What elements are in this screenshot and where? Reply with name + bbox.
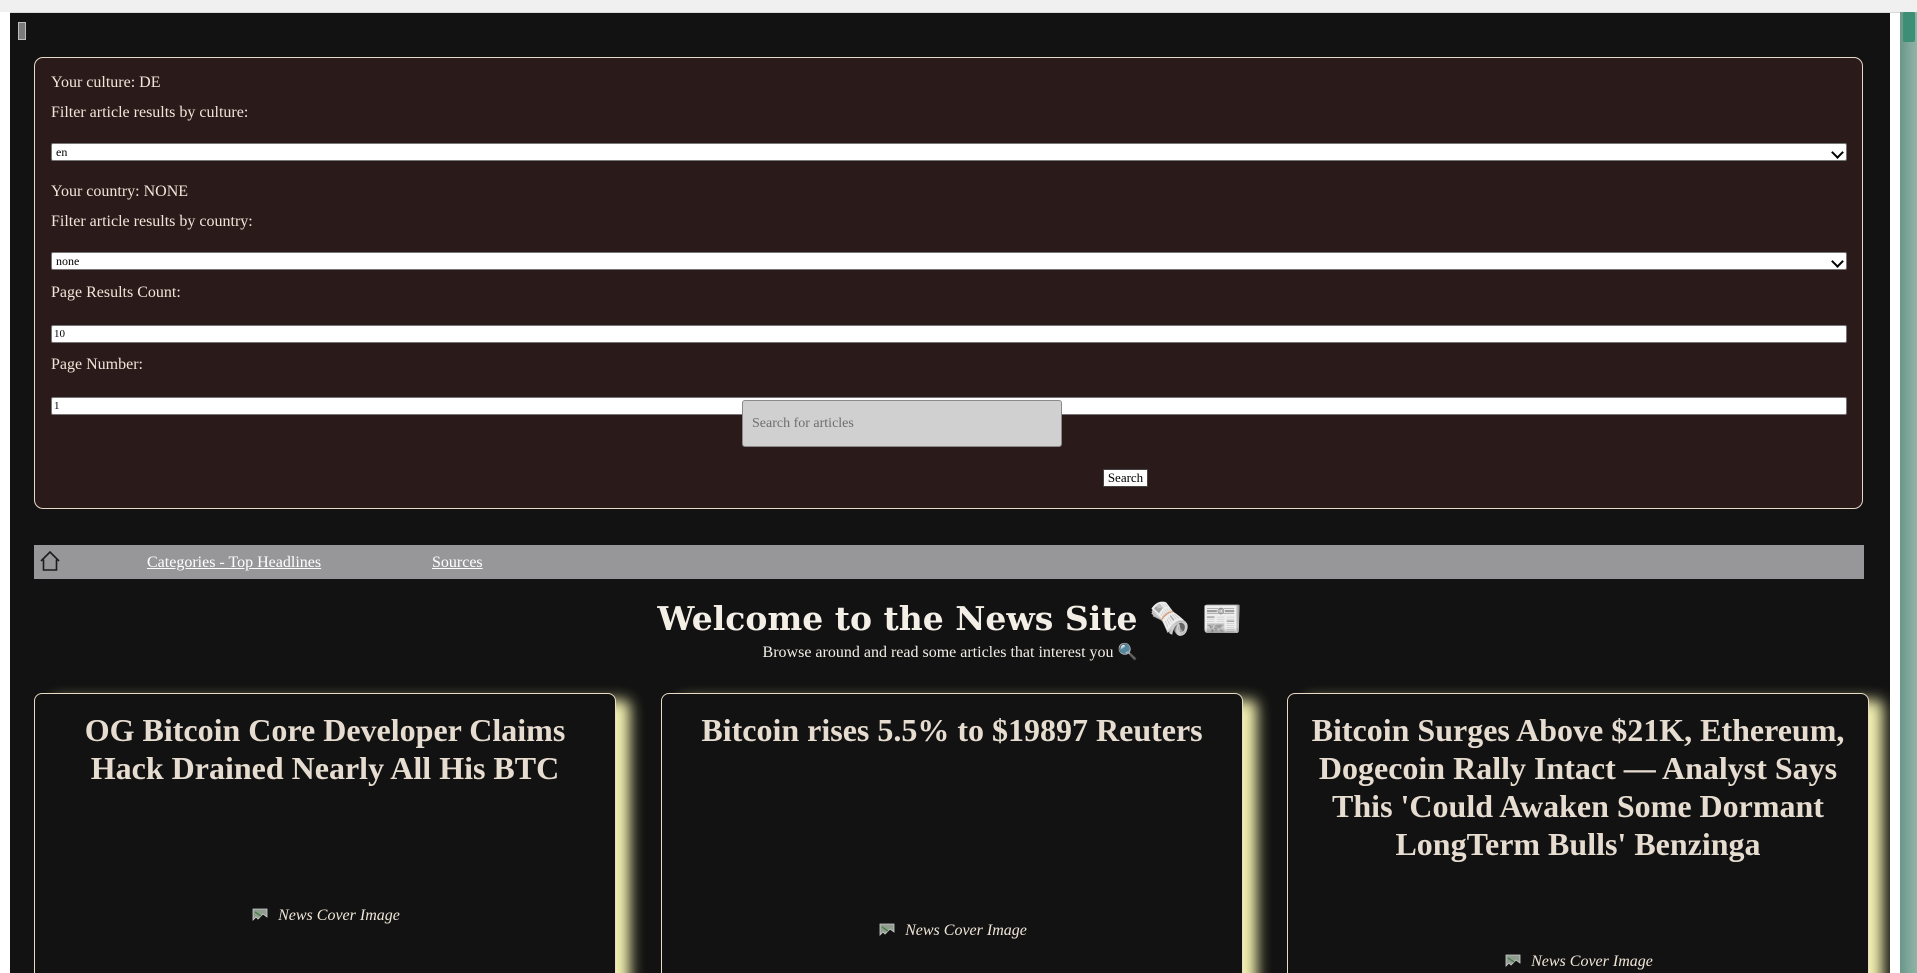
home-icon[interactable]: [39, 550, 61, 572]
chevron-down-icon: [1831, 146, 1844, 159]
page-number-label: Page Number:: [51, 356, 143, 373]
page-subtitle: Browse around and read some articles tha…: [762, 644, 1138, 661]
nav-bar: Categories - Top Headlines Sources: [34, 545, 1864, 579]
culture-select-value: en: [56, 145, 68, 159]
news-cover-image: News Cover Image: [35, 907, 617, 925]
image-alt-text: News Cover Image: [278, 907, 400, 924]
article-card[interactable]: OG Bitcoin Core Developer Claims Hack Dr…: [34, 693, 616, 973]
country-select[interactable]: none: [51, 252, 1847, 270]
country-select-value: none: [56, 254, 80, 268]
image-alt-text: News Cover Image: [1531, 953, 1653, 970]
nav-link-sources[interactable]: Sources: [432, 554, 483, 572]
news-cover-image: News Cover Image: [662, 922, 1244, 940]
broken-image-icon: [1505, 954, 1521, 967]
article-card[interactable]: Bitcoin rises 5.5% to $19897 Reuters New…: [661, 693, 1243, 973]
page-title: Welcome to the News Site 🗞️ 📰: [657, 599, 1243, 638]
window-left-edge: [0, 12, 10, 973]
page-count-label: Page Results Count:: [51, 284, 181, 301]
broken-image-icon: [879, 923, 895, 936]
article-title[interactable]: Bitcoin Surges Above $21K, Ethereum, Dog…: [1298, 711, 1858, 863]
country-label: Your country: NONE: [51, 183, 189, 200]
broken-image-icon: [252, 908, 268, 921]
nav-link-categories[interactable]: Categories - Top Headlines: [147, 554, 321, 572]
scrollbar-thumb[interactable]: [1903, 12, 1915, 42]
page-viewport: Your culture: DE Filter article results …: [10, 13, 1890, 973]
article-title[interactable]: OG Bitcoin Core Developer Claims Hack Dr…: [45, 711, 605, 787]
news-cover-image: News Cover Image: [1288, 953, 1870, 971]
image-alt-text: News Cover Image: [905, 922, 1027, 939]
scrollbar[interactable]: [1900, 12, 1917, 973]
culture-label: Your culture: DE: [51, 74, 161, 91]
article-card[interactable]: Bitcoin Surges Above $21K, Ethereum, Dog…: [1287, 693, 1869, 973]
search-input[interactable]: Search for articles: [742, 400, 1062, 447]
search-button[interactable]: Search: [1103, 469, 1148, 487]
scrollbar-track[interactable]: [1900, 12, 1917, 973]
culture-filter-label: Filter article results by culture:: [51, 104, 249, 121]
page-count-input[interactable]: 10: [51, 325, 1847, 343]
sidebar-toggle-icon[interactable]: [18, 22, 26, 40]
country-filter-label: Filter article results by country:: [51, 213, 253, 230]
culture-select[interactable]: en: [51, 143, 1847, 161]
article-title[interactable]: Bitcoin rises 5.5% to $19897 Reuters: [672, 711, 1232, 749]
browser-top-strip: [0, 0, 1917, 13]
chevron-down-icon: [1831, 255, 1844, 268]
